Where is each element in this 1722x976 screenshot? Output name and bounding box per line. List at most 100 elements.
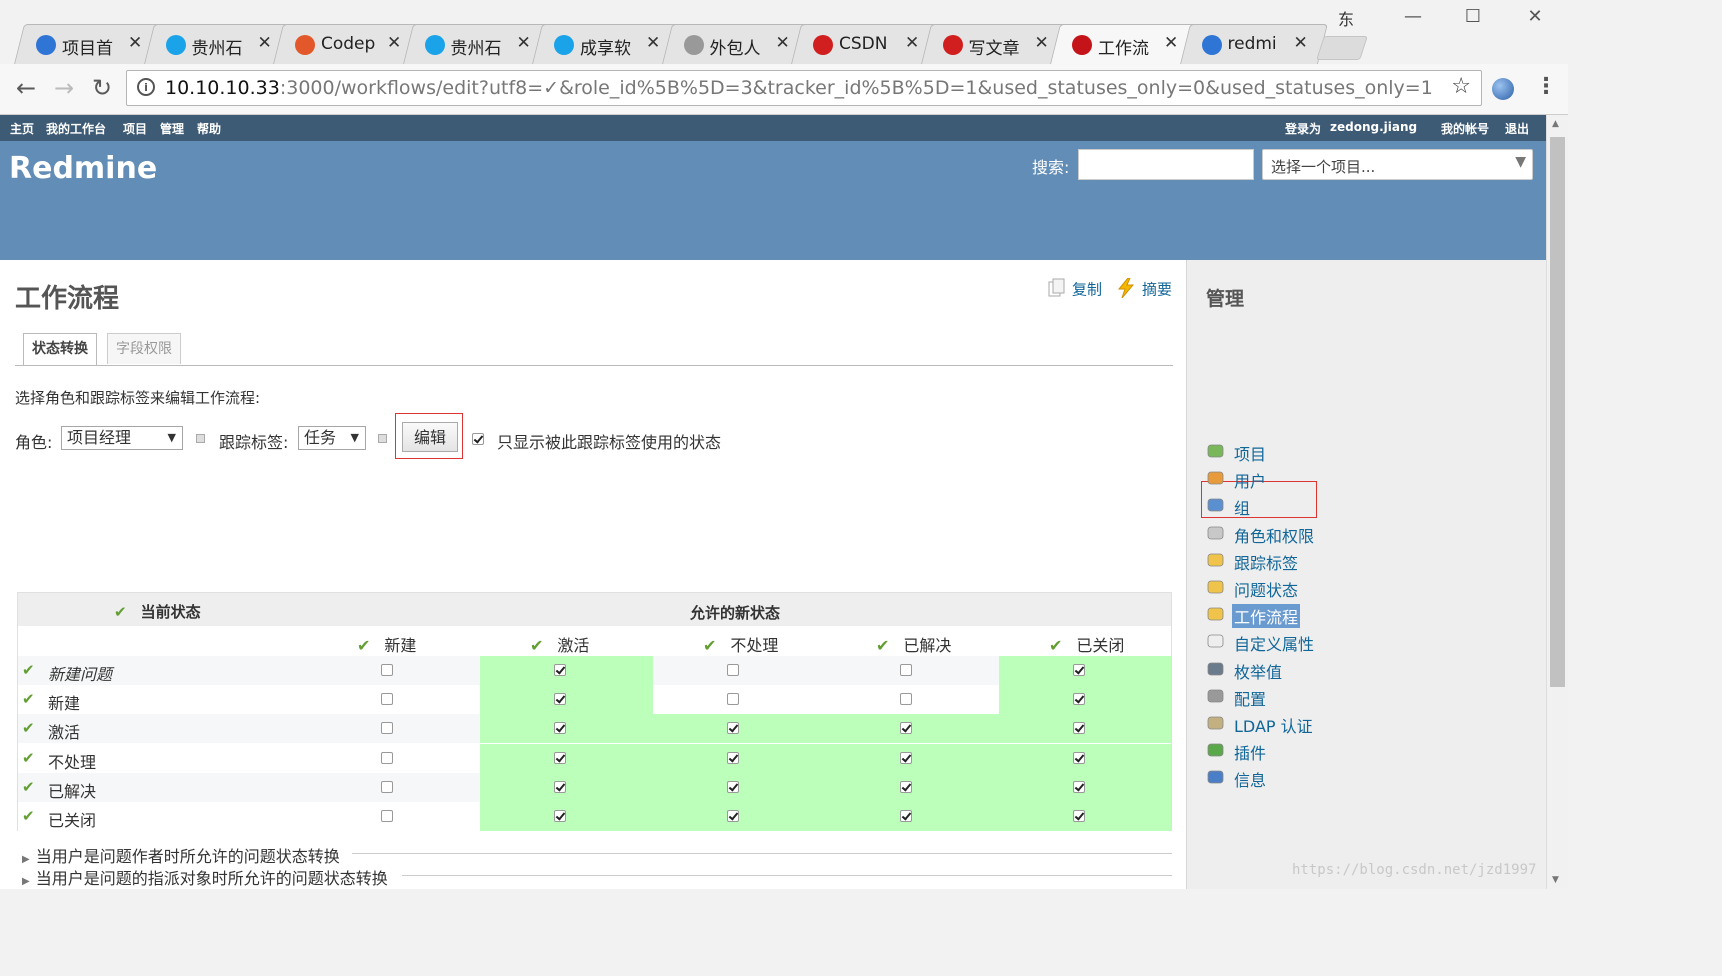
check-all-icon[interactable]: ✔ <box>114 603 127 621</box>
transition-checkbox[interactable] <box>1073 751 1085 764</box>
minimize-icon[interactable]: — <box>1398 6 1428 27</box>
transition-checkbox[interactable] <box>381 810 393 822</box>
tab-close-icon[interactable]: ✕ <box>1164 33 1178 53</box>
tab-close-icon[interactable]: ✕ <box>776 33 790 53</box>
tracker-multi-toggle-icon[interactable] <box>378 434 387 443</box>
browser-tab[interactable]: CSDN ✕ <box>791 24 939 64</box>
tab-close-icon[interactable]: ✕ <box>905 33 919 53</box>
my-account-link[interactable]: 我的帐号 <box>1441 120 1489 137</box>
transition-checkbox[interactable] <box>381 780 393 793</box>
transition-checkbox[interactable] <box>1073 693 1085 706</box>
toggle-row-icon[interactable]: ✔ <box>22 749 35 767</box>
close-window-icon[interactable]: ✕ <box>1520 6 1550 27</box>
tab-transitions[interactable]: 状态转换 <box>23 333 97 365</box>
browser-tab[interactable]: 写文章 ✕ <box>920 24 1069 64</box>
transition-checkbox[interactable] <box>900 722 912 735</box>
bookmark-star-icon[interactable]: ☆ <box>1451 74 1471 99</box>
toggle-row-icon[interactable]: ✔ <box>22 690 35 708</box>
topmenu-my-page[interactable]: 我的工作台 <box>46 120 106 137</box>
tab-close-icon[interactable]: ✕ <box>128 33 142 53</box>
transition-checkbox[interactable] <box>554 780 566 793</box>
author-transitions-section[interactable]: ▶ 当用户是问题作者时所允许的问题状态转换 <box>22 843 1172 867</box>
reload-icon[interactable]: ↻ <box>88 74 116 102</box>
transition-checkbox[interactable] <box>381 722 393 735</box>
toggle-column-icon[interactable]: ✔ <box>703 636 716 655</box>
browser-tab[interactable]: 贵州石 ✕ <box>402 24 551 64</box>
only-used-statuses-checkbox[interactable] <box>472 433 484 445</box>
back-arrow-icon[interactable]: ← <box>12 74 40 102</box>
toggle-column-icon[interactable]: ✔ <box>357 636 370 655</box>
assignee-transitions-section[interactable]: ▶ 当用户是问题的指派对象时所允许的问题状态转换 <box>22 865 1172 889</box>
transition-checkbox[interactable] <box>554 693 566 706</box>
topmenu-projects[interactable]: 项目 <box>123 120 147 137</box>
topmenu-help[interactable]: 帮助 <box>197 120 221 137</box>
browser-tab[interactable]: 成享软 ✕ <box>532 24 680 64</box>
extension-globe-icon[interactable] <box>1492 78 1514 100</box>
tracker-select[interactable]: 任务 ▼ <box>298 426 366 450</box>
address-bar[interactable]: i 10.10.10.33:3000/workflows/edit?utf8=✓… <box>126 70 1482 106</box>
summary-link[interactable]: 摘要 <box>1116 277 1172 302</box>
tab-close-icon[interactable]: ✕ <box>517 33 531 53</box>
transition-checkbox[interactable] <box>900 693 912 706</box>
role-select[interactable]: 项目经理 ▼ <box>61 426 183 450</box>
browser-tab[interactable]: 外包人 ✕ <box>661 24 810 64</box>
scroll-up-arrow-icon[interactable]: ▲ <box>1552 119 1559 129</box>
site-title[interactable]: Redmine <box>9 151 157 186</box>
toggle-column-icon[interactable]: ✔ <box>876 636 889 655</box>
role-multi-toggle-icon[interactable] <box>196 434 205 443</box>
username-link[interactable]: zedong.jiang <box>1330 120 1417 134</box>
transition-checkbox[interactable] <box>727 780 739 793</box>
edit-button[interactable]: 编辑 <box>402 422 458 452</box>
info-icon[interactable]: i <box>137 78 155 96</box>
tab-close-icon[interactable]: ✕ <box>258 33 272 53</box>
transition-checkbox[interactable] <box>554 722 566 735</box>
browser-tab[interactable]: 工作流 ✕ <box>1050 24 1198 64</box>
browser-tab[interactable]: 项目首 ✕ <box>14 24 162 64</box>
tab-close-icon[interactable]: ✕ <box>387 33 401 53</box>
transition-checkbox[interactable] <box>727 810 739 822</box>
browser-tab[interactable]: redmi ✕ <box>1179 24 1328 64</box>
browser-tab[interactable]: 贵州石 ✕ <box>143 24 292 64</box>
transition-checkbox[interactable] <box>554 810 566 822</box>
new-tab-button[interactable] <box>1316 36 1368 60</box>
url-text[interactable]: 10.10.10.33:3000/workflows/edit?utf8=✓&r… <box>165 77 1433 99</box>
scroll-down-arrow-icon[interactable]: ▼ <box>1552 875 1559 885</box>
transition-checkbox[interactable] <box>381 664 393 676</box>
project-jump-select[interactable]: 选择一个项目... ▼ <box>1262 149 1533 180</box>
browser-menu-icon[interactable]: ⋮ <box>1535 74 1557 99</box>
transition-checkbox[interactable] <box>900 751 912 764</box>
maximize-icon[interactable]: ☐ <box>1458 6 1488 27</box>
toggle-row-icon[interactable]: ✔ <box>22 719 35 737</box>
copy-link[interactable]: 复制 <box>1048 278 1102 302</box>
transition-checkbox[interactable] <box>381 693 393 706</box>
tab-field-permissions[interactable]: 字段权限 <box>107 333 181 364</box>
toggle-row-icon[interactable]: ✔ <box>22 661 35 679</box>
transition-checkbox[interactable] <box>727 751 739 764</box>
transition-checkbox[interactable] <box>554 664 566 676</box>
transition-checkbox[interactable] <box>1073 810 1085 822</box>
browser-tab[interactable]: Codep ✕ <box>273 24 421 64</box>
transition-checkbox[interactable] <box>381 751 393 764</box>
tab-close-icon[interactable]: ✕ <box>1294 33 1308 53</box>
tab-close-icon[interactable]: ✕ <box>646 33 660 53</box>
transition-checkbox[interactable] <box>900 664 912 676</box>
toggle-row-icon[interactable]: ✔ <box>22 807 35 825</box>
transition-checkbox[interactable] <box>727 664 739 676</box>
transition-checkbox[interactable] <box>727 693 739 706</box>
search-input[interactable] <box>1078 149 1254 180</box>
browser-profile-name[interactable]: 东 <box>1338 6 1354 30</box>
transition-checkbox[interactable] <box>554 751 566 764</box>
toggle-column-icon[interactable]: ✔ <box>530 636 543 655</box>
transition-checkbox[interactable] <box>1073 780 1085 793</box>
transition-checkbox[interactable] <box>727 722 739 735</box>
tab-close-icon[interactable]: ✕ <box>1035 33 1049 53</box>
transition-checkbox[interactable] <box>1073 722 1085 735</box>
vertical-scrollbar[interactable]: ▲ ▼ <box>1546 115 1568 889</box>
toggle-column-icon[interactable]: ✔ <box>1049 636 1062 655</box>
forward-arrow-icon[interactable]: → <box>50 74 78 102</box>
transition-checkbox[interactable] <box>900 780 912 793</box>
toggle-row-icon[interactable]: ✔ <box>22 778 35 796</box>
logout-link[interactable]: 退出 <box>1505 120 1529 137</box>
scrollbar-thumb[interactable] <box>1550 137 1565 687</box>
transition-checkbox[interactable] <box>1073 664 1085 676</box>
